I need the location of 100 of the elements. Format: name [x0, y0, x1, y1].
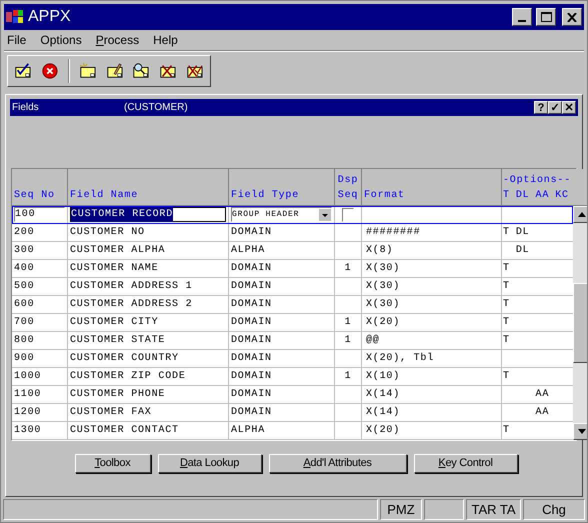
table-cell-text: ALPHA — [231, 244, 266, 258]
table-row[interactable]: 700 CUSTOMER CITY DOMAIN 1 X(20) T — [12, 314, 573, 332]
seq-input[interactable]: 100 — [14, 207, 65, 222]
table-row[interactable]: 800 CUSTOMER STATE DOMAIN 1 @@ T — [12, 332, 573, 350]
inner-window-title: Fields — [12, 101, 40, 115]
table-cell-text: DOMAIN — [231, 352, 272, 366]
table-cell-text: DOMAIN — [231, 316, 272, 330]
title-bar-button[interactable]: ✕ — [562, 101, 576, 114]
action-button[interactable]: Add'l Attributes — [268, 454, 406, 473]
table-cell-text: CUSTOMER FAX — [70, 406, 152, 420]
table-row[interactable]: 300 CUSTOMER ALPHA ALPHA X(8) DL — [12, 242, 573, 260]
scroll-down-icon[interactable] — [578, 429, 586, 434]
table-cell-text: DOMAIN — [231, 298, 272, 312]
table-cell-text: DOMAIN — [231, 370, 272, 384]
table-row[interactable]: 900 CUSTOMER COUNTRY DOMAIN X(20), Tbl — [12, 350, 573, 368]
table-cell-text: CUSTOMER COUNTRY — [70, 352, 179, 366]
table-cell-text: X(14) — [366, 388, 400, 402]
menu-item[interactable]: Help — [153, 31, 178, 49]
table-row[interactable]: 1200 CUSTOMER FAX DOMAIN X(14) AA — [12, 404, 573, 422]
table-cell-text: CUSTOMER CITY — [70, 316, 158, 330]
table-cell-text: DOMAIN — [231, 226, 272, 240]
table-cell-text: X(30) — [366, 262, 400, 276]
table-cell-text: X(20) — [366, 424, 400, 438]
option-label: DL — [516, 227, 530, 238]
table-cell-text: X(8) — [366, 244, 394, 258]
table-cell-text: 800 — [14, 334, 34, 348]
table-cell-text: 1300 — [14, 424, 42, 438]
status-panel — [424, 499, 464, 520]
action-button[interactable]: Toolbox — [74, 454, 150, 473]
option-label: T — [503, 281, 510, 292]
inner-window-subtitle: (CUSTOMER) — [124, 101, 188, 115]
title-bar-button[interactable]: ? — [534, 101, 548, 114]
table-row[interactable]: 600 CUSTOMER ADDRESS 2 DOMAIN X(30) T — [12, 296, 573, 314]
action-button[interactable]: Data Lookup — [158, 454, 262, 473]
table-cell-text: 1 — [344, 370, 352, 384]
table-cell-text: DOMAIN — [231, 406, 272, 420]
table-cell-text: CUSTOMER CONTACT — [70, 424, 179, 438]
table-cell-text: ALPHA — [231, 424, 266, 438]
table-cell-text: 1 — [344, 316, 352, 330]
table-cell-text: X(20) — [366, 316, 400, 330]
table-row[interactable]: 500 CUSTOMER ADDRESS 1 DOMAIN X(30) T — [12, 278, 573, 296]
status-text: PMZ — [387, 500, 415, 519]
table-cell-text: ######## — [366, 226, 420, 240]
table-cell-text: 300 — [14, 244, 34, 258]
option-label: T — [503, 299, 510, 310]
table-row[interactable]: 200 CUSTOMER NO DOMAIN ######## T DL — [12, 224, 573, 242]
menu-item[interactable]: Process — [96, 31, 140, 49]
table-cell-text: 500 — [14, 280, 34, 294]
name-input[interactable]: CUSTOMER RECORD — [70, 207, 226, 222]
close-button[interactable] — [562, 8, 582, 26]
table-cell-text: X(30) — [366, 298, 400, 312]
table-cell-text: 1 — [344, 262, 352, 276]
table-row[interactable]: 1100 CUSTOMER PHONE DOMAIN X(14) AA — [12, 386, 573, 404]
menu-item[interactable]: File — [7, 31, 26, 49]
option-label: T — [503, 335, 510, 346]
vertical-scrollbar[interactable] — [573, 206, 587, 440]
table-cell-text: DOMAIN — [231, 280, 272, 294]
menu-item[interactable]: Options — [40, 31, 82, 49]
table-cell-text: CUSTOMER PHONE — [70, 388, 166, 402]
option-label: AA — [536, 407, 550, 418]
table-cell-text: DOMAIN — [231, 262, 272, 276]
maximize-button[interactable] — [536, 8, 556, 26]
table-cell-text: CUSTOMER ADDRESS 2 — [70, 298, 192, 312]
status-text: TAR TA — [471, 500, 516, 519]
option-label: DL — [516, 245, 530, 256]
option-label: T — [503, 317, 510, 328]
option-label: AA — [536, 389, 550, 400]
table-row[interactable]: 100 CUSTOMER RECORD GROUP HEADER — [12, 206, 573, 224]
table-row[interactable]: 400 CUSTOMER NAME DOMAIN 1 X(30) T — [12, 260, 573, 278]
table-row[interactable]: 1000 CUSTOMER ZIP CODE DOMAIN 1 X(10) T — [12, 368, 573, 386]
table-cell-text: CUSTOMER NAME — [70, 262, 158, 276]
app-logo-icon — [6, 9, 24, 25]
scroll-up-icon[interactable] — [578, 212, 586, 217]
table-cell-text: 400 — [14, 262, 34, 276]
table-cell-text: X(10) — [366, 370, 400, 384]
table-cell-text: X(20), Tbl — [366, 352, 434, 366]
table-cell-text: 1 — [344, 334, 352, 348]
action-button[interactable]: Key Control — [414, 454, 518, 473]
option-label: T — [503, 425, 510, 436]
table-cell-text: CUSTOMER ZIP CODE — [70, 370, 186, 384]
table-cell-text: CUSTOMER STATE — [70, 334, 166, 348]
minimize-button[interactable] — [512, 8, 532, 26]
table-cell-text: X(30) — [366, 280, 400, 294]
table-cell-text: 200 — [14, 226, 34, 240]
table-cell-text: @@ — [366, 334, 380, 348]
table-cell-text: DOMAIN — [231, 388, 272, 402]
cancel-icon[interactable] — [40, 61, 59, 81]
type-dropdown[interactable]: GROUP HEADER — [231, 207, 332, 222]
table-row[interactable]: 1300 CUSTOMER CONTACT ALPHA X(20) T — [12, 422, 573, 440]
table-cell-text: X(14) — [366, 406, 400, 420]
option-label: T — [503, 227, 510, 238]
option-label: T — [503, 371, 510, 382]
table-cell-text: 1100 — [14, 388, 42, 402]
table-cell-text: CUSTOMER NO — [70, 226, 145, 240]
title-bar-button[interactable]: ✓ — [548, 101, 562, 114]
table-cell-text: CUSTOMER ALPHA — [70, 244, 166, 258]
table-cell-text: 700 — [14, 316, 34, 330]
table-cell-text: 900 — [14, 352, 34, 366]
dsp-seq-input[interactable] — [342, 208, 354, 222]
window-title: APPX — [28, 7, 71, 27]
